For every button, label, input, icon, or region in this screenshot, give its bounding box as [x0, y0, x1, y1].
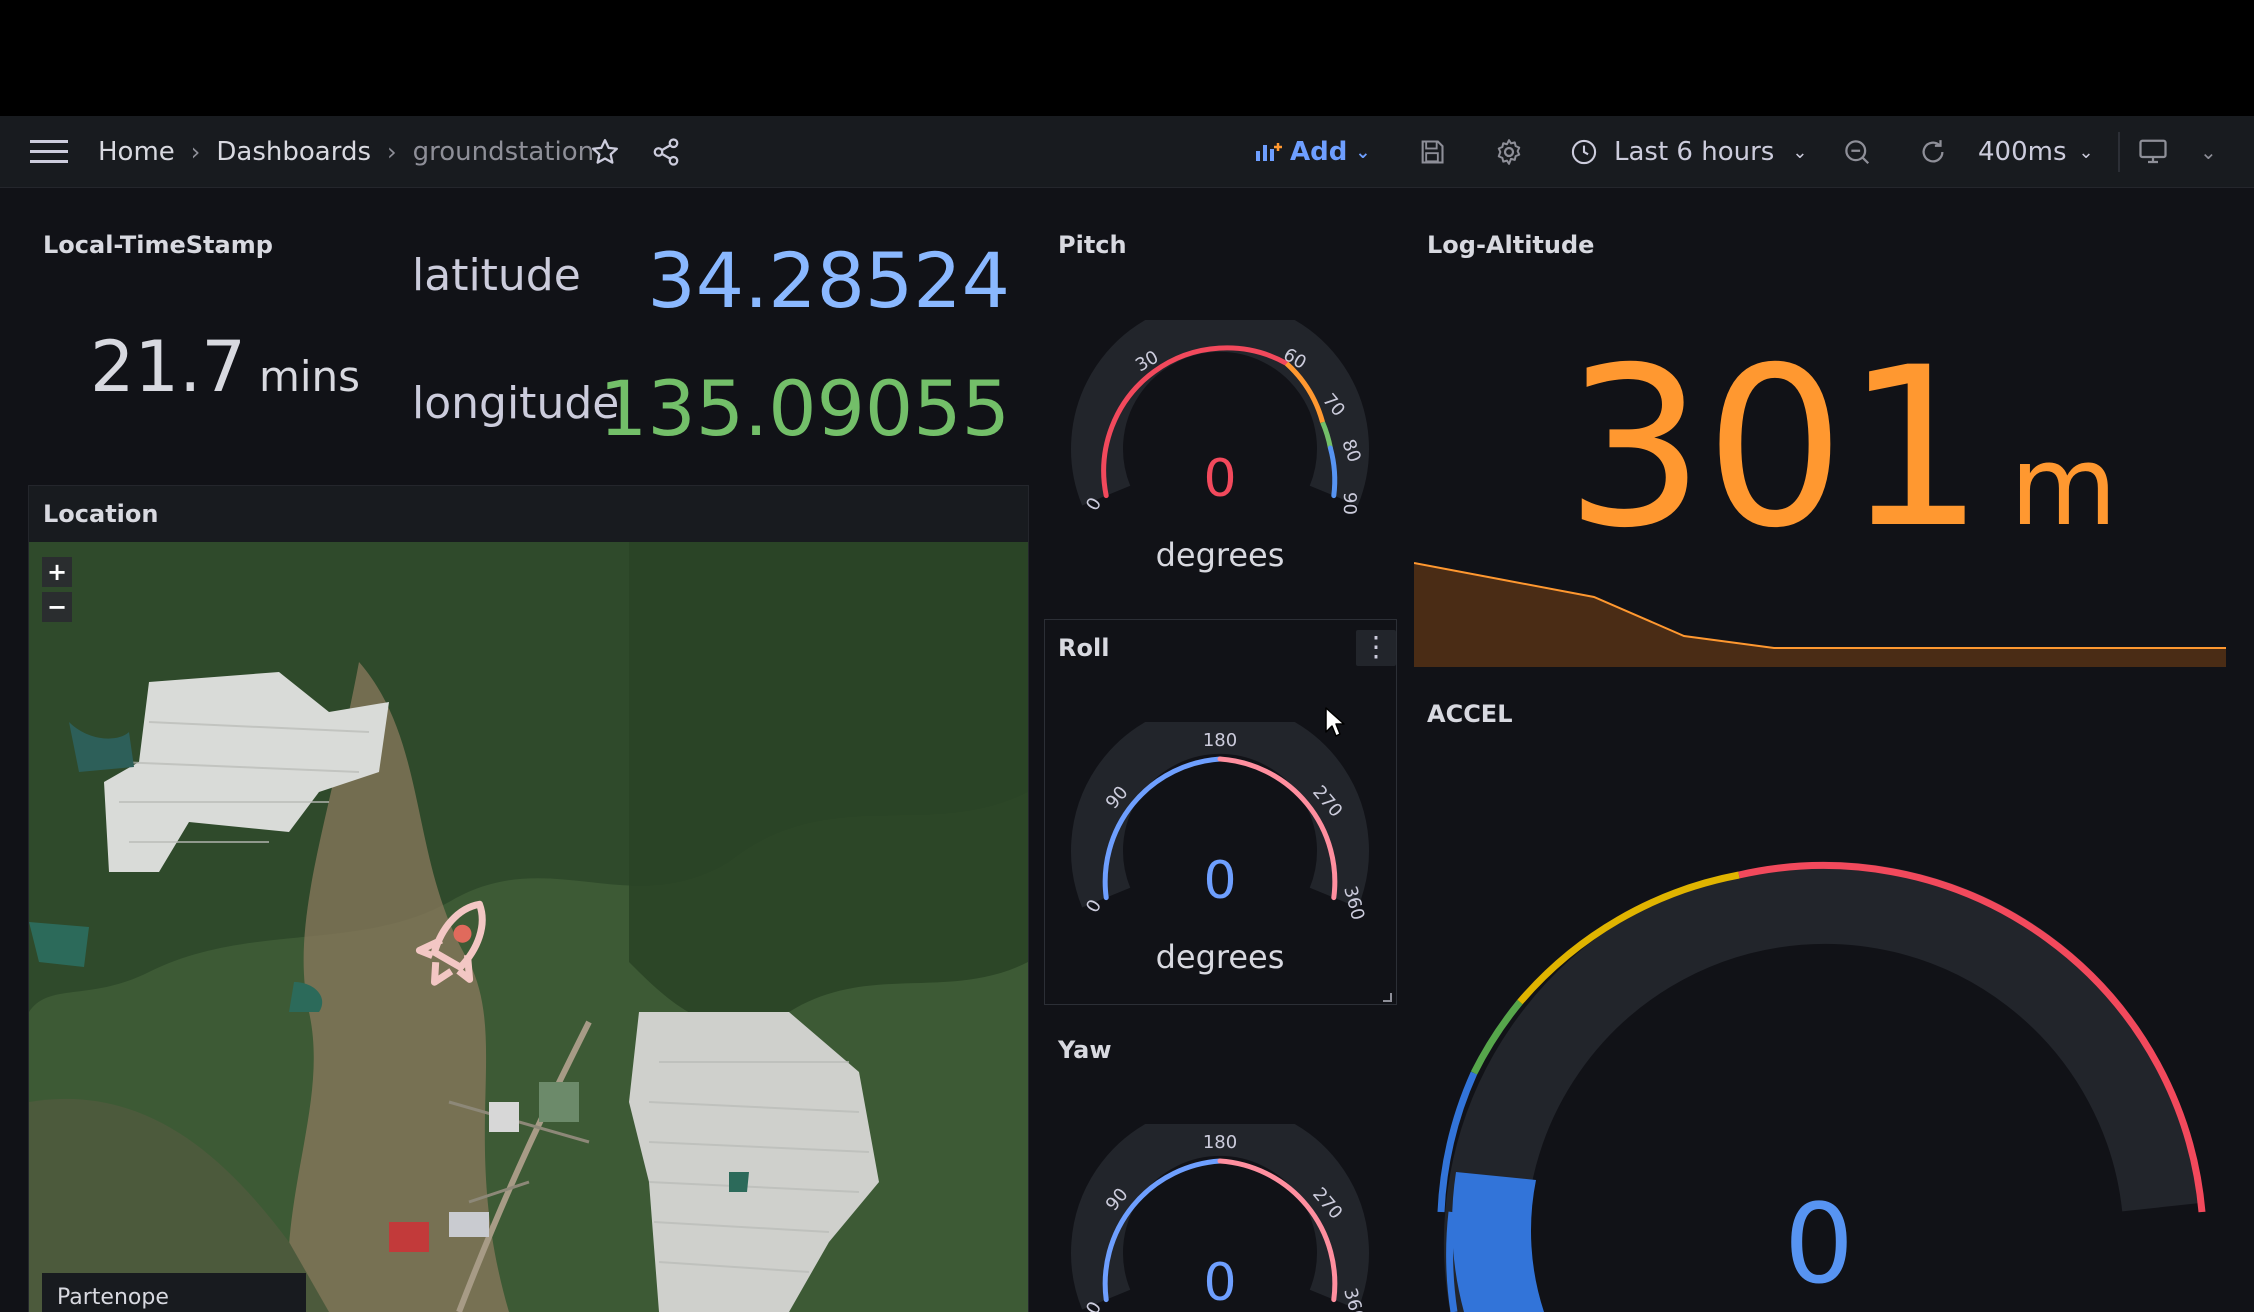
roll-tick-label: 180 — [1203, 730, 1237, 751]
altitude-value: 301 — [1565, 320, 1985, 576]
time-range-label: Last 6 hours — [1614, 137, 1775, 167]
zoom-out-button[interactable]: − — [42, 592, 72, 622]
yaw-panel-title: Yaw — [1058, 1036, 1112, 1064]
pitch-value: 0 — [1203, 449, 1236, 509]
roll-tick-label: 360 — [1339, 884, 1368, 923]
star-icon[interactable] — [590, 116, 620, 188]
pitch-unit: degrees — [1155, 536, 1285, 574]
altitude-value-group: 301 m — [1565, 338, 2117, 558]
add-panel-icon — [1256, 143, 1282, 161]
chevron-down-icon[interactable]: ⌄ — [2200, 116, 2217, 188]
accel-value: 0 — [1784, 1180, 1854, 1308]
add-button-label: Add — [1290, 137, 1348, 167]
time-range-picker[interactable]: Last 6 hours ⌄ — [1570, 116, 1807, 188]
save-icon[interactable] — [1418, 116, 1446, 188]
zoom-out-icon[interactable] — [1842, 116, 1872, 188]
pitch-panel-title: Pitch — [1058, 231, 1127, 259]
breadcrumb-current: groundstation — [412, 137, 595, 167]
chevron-right-icon: › — [190, 138, 201, 166]
menu-icon[interactable] — [30, 116, 68, 188]
longitude-label: longitude — [412, 378, 620, 429]
location-panel-title: Location — [43, 500, 159, 528]
share-icon[interactable] — [651, 116, 681, 188]
longitude-value: 135.09055 — [599, 364, 1010, 453]
accel-panel-title: ACCEL — [1427, 700, 1513, 728]
refresh-interval-picker[interactable]: 400ms ⌄ — [1978, 116, 2094, 188]
chevron-down-icon: ⌄ — [1792, 141, 1808, 163]
latitude-value: 34.28524 — [647, 236, 1010, 325]
yaw-tick-label: 180 — [1203, 1132, 1237, 1153]
yaw-gauge: 0 90 180 270 360 0 — [1071, 1124, 1369, 1312]
roll-unit: degrees — [1155, 938, 1285, 976]
clock-icon — [1571, 139, 1597, 165]
navbar-divider — [2118, 132, 2120, 172]
timestamp-panel-title: Local-TimeStamp — [43, 231, 273, 259]
altitude-panel-title: Log-Altitude — [1427, 231, 1595, 259]
refresh-interval-label: 400ms — [1978, 137, 2067, 167]
timestamp-value: 21.7 — [90, 326, 246, 408]
latitude-label: latitude — [412, 250, 581, 301]
window-top-bar — [0, 0, 2254, 116]
zoom-in-button[interactable]: + — [42, 557, 72, 587]
altitude-unit: m — [2010, 422, 2118, 550]
satellite-map[interactable]: + − Partenope — [29, 542, 1028, 1312]
chevron-down-icon: ⌄ — [1355, 141, 1371, 163]
tv-mode-icon[interactable] — [2138, 116, 2168, 188]
pitch-tick-label: 90 — [1339, 492, 1360, 515]
top-navbar: Home › Dashboards › groundstation Add ⌄ … — [0, 116, 2254, 188]
refresh-icon[interactable] — [1918, 116, 1948, 188]
breadcrumb: Home › Dashboards › groundstation — [98, 116, 594, 188]
add-button[interactable]: Add ⌄ — [1254, 116, 1370, 188]
chevron-right-icon: › — [387, 138, 397, 166]
resize-handle-icon[interactable] — [1380, 990, 1392, 1002]
gear-icon[interactable] — [1494, 116, 1524, 188]
map-terrain — [29, 542, 1028, 1312]
map-legend: Partenope — [42, 1273, 306, 1312]
breadcrumb-dashboards[interactable]: Dashboards — [216, 137, 371, 167]
yaw-value: 0 — [1203, 1253, 1236, 1312]
roll-value: 0 — [1203, 851, 1236, 911]
mouse-cursor-icon — [1325, 707, 1345, 737]
panel-menu-icon[interactable]: ⋮ — [1356, 630, 1396, 666]
timestamp-unit: mins — [258, 352, 361, 401]
accel-gauge: 0 — [1437, 861, 2206, 1312]
rocket-icon — [415, 900, 486, 986]
chevron-down-icon: ⌄ — [2078, 141, 2094, 163]
roll-panel-title: Roll — [1058, 634, 1110, 662]
breadcrumb-home[interactable]: Home — [98, 137, 175, 167]
timestamp-value-group: 21.7 mins — [90, 326, 360, 408]
